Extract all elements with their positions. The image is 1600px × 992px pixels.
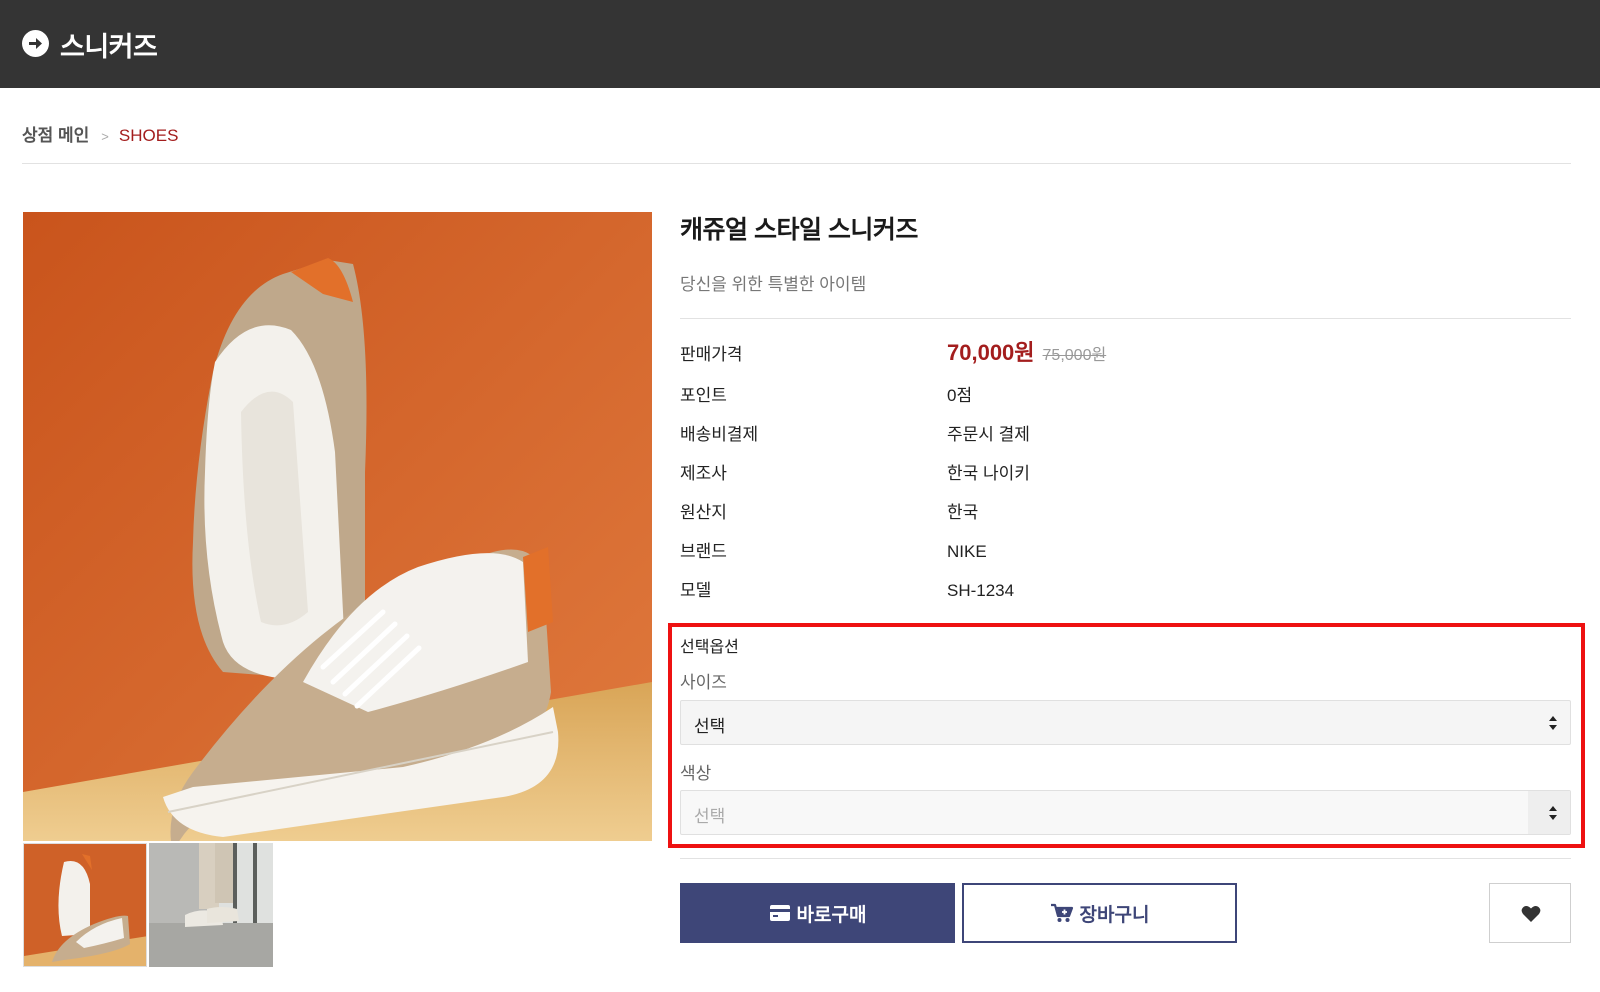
info-value: SH-1234 <box>947 581 1015 600</box>
sale-price: 70,000원 <box>947 340 1035 365</box>
breadcrumb: 상점 메인 > SHOES <box>22 126 178 147</box>
breadcrumb-divider <box>22 163 1571 164</box>
breadcrumb-home-link[interactable]: 상점 메인 <box>22 126 89 145</box>
product-thumbnail-2[interactable] <box>149 843 273 967</box>
info-row-brand: 브랜드 NIKE <box>680 540 1571 564</box>
product-subtitle: 당신을 위한 특별한 아이템 <box>680 275 867 294</box>
info-value: 한국 나이키 <box>947 464 1030 483</box>
circle-arrow-right-icon[interactable] <box>22 30 49 57</box>
add-to-cart-label: 장바구니 <box>1079 904 1150 926</box>
info-label: 브랜드 <box>680 542 727 561</box>
info-label: 모델 <box>680 581 712 600</box>
info-value: NIKE <box>947 542 987 561</box>
product-main-image <box>23 212 652 841</box>
info-row-points: 포인트 0점 <box>680 384 1571 408</box>
top-header-bar: 스니커즈 <box>0 0 1600 88</box>
info-row-origin: 원산지 한국 <box>680 501 1571 525</box>
page-title: 스니커즈 <box>60 32 158 62</box>
breadcrumb-separator: > <box>101 129 109 144</box>
color-label: 색상 <box>680 764 712 783</box>
info-row-model: 모델 SH-1234 <box>680 579 1571 603</box>
color-select-value: 선택 <box>694 807 726 826</box>
info-label: 원산지 <box>680 503 727 522</box>
info-label: 판매가격 <box>680 345 743 364</box>
info-row-price: 판매가격 70,000원 75,000원 <box>680 341 1571 368</box>
credit-card-icon <box>769 905 790 921</box>
info-value: 주문시 결제 <box>947 425 1030 444</box>
sort-arrows-icon <box>1549 716 1557 730</box>
add-to-cart-button[interactable]: 장바구니 <box>962 883 1237 943</box>
product-thumbnail-1[interactable] <box>23 843 147 967</box>
buttons-divider <box>680 858 1571 859</box>
info-value: 한국 <box>947 503 979 522</box>
original-price: 75,000원 <box>1042 347 1107 364</box>
buy-now-button[interactable]: 바로구매 <box>680 883 955 943</box>
wishlist-button[interactable] <box>1489 883 1571 943</box>
info-row-manufacturer: 제조사 한국 나이키 <box>680 462 1571 486</box>
sort-arrows-icon <box>1549 806 1557 820</box>
options-title: 선택옵션 <box>680 639 739 656</box>
info-value: 0점 <box>947 386 973 405</box>
heart-icon <box>1521 906 1541 922</box>
cart-plus-icon <box>1050 903 1073 922</box>
size-label: 사이즈 <box>680 673 727 692</box>
price-block: 70,000원 75,000원 <box>947 341 1106 368</box>
color-select[interactable]: 선택 <box>680 790 1571 835</box>
info-divider <box>680 318 1571 319</box>
size-select-value: 선택 <box>694 717 726 736</box>
breadcrumb-category-link[interactable]: SHOES <box>119 126 179 145</box>
size-select[interactable]: 선택 <box>680 700 1571 745</box>
info-row-shipping: 배송비결제 주문시 결제 <box>680 423 1571 447</box>
info-label: 제조사 <box>680 464 727 483</box>
info-label: 배송비결제 <box>680 425 759 444</box>
info-label: 포인트 <box>680 386 727 405</box>
product-name: 캐쥬얼 스타일 스니커즈 <box>680 216 918 244</box>
buy-now-label: 바로구매 <box>796 904 867 926</box>
